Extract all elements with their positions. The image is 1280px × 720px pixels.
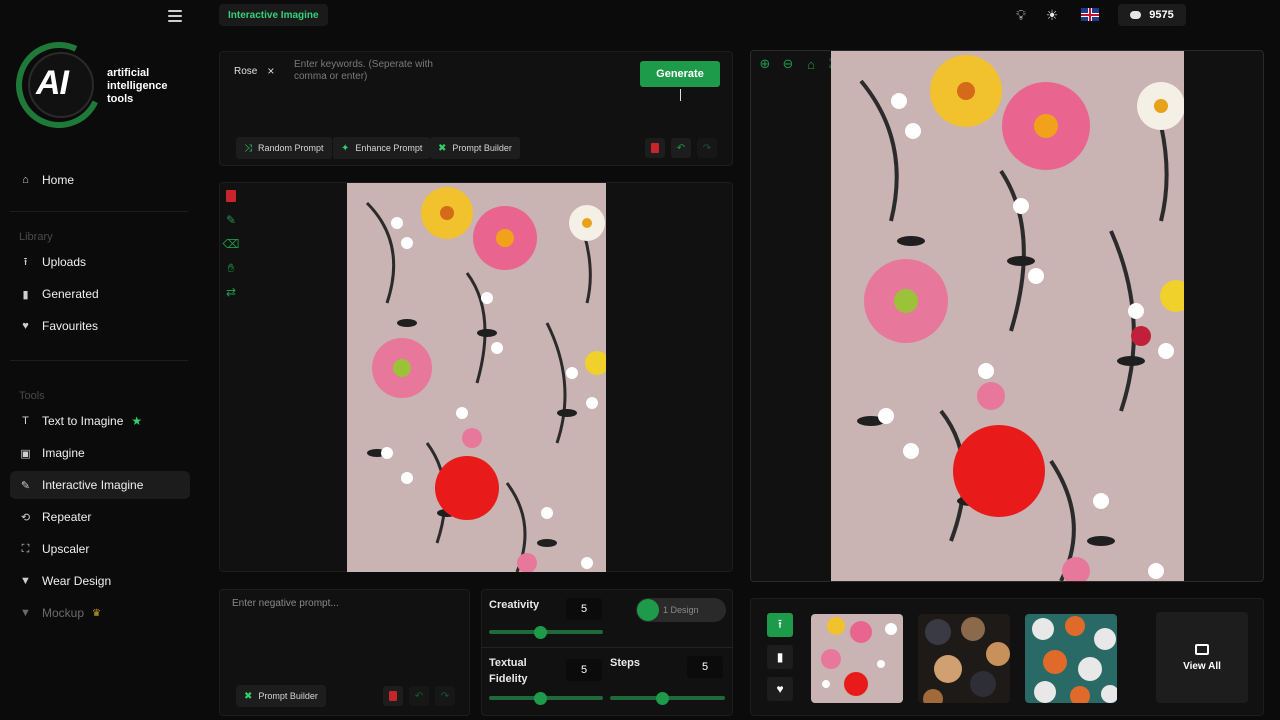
tools-label: Tools [19,390,45,402]
steps-input[interactable]: 5 [687,656,723,678]
close-icon[interactable]: × [267,64,274,78]
creativity-input[interactable]: 5 [566,598,602,620]
home-icon: ⌂ [22,174,29,186]
sidebar-item-imagine[interactable]: ▣ Imagine [10,439,190,467]
tools-icon: ✖ [244,690,253,702]
sidebar-item-wear-design[interactable]: ▼ Wear Design [10,567,190,595]
generate-button[interactable]: Generate [640,61,720,87]
sidebar-item-upscaler[interactable]: ⛶ Upscaler [10,535,190,563]
sidebar-item-home[interactable]: ⌂ Home [10,166,190,194]
negative-delete-button[interactable] [383,686,403,706]
sun-icon[interactable]: ☀ [1043,6,1061,24]
heart-icon: ♥ [776,682,784,696]
undo-button[interactable]: ↶ [671,138,691,158]
fidelity-input[interactable]: 5 [566,659,602,681]
trash-icon [389,691,397,701]
undo-icon: ↶ [414,690,424,702]
lightbulb-icon[interactable]: 💡︎ [1012,6,1030,24]
enhance-prompt-button[interactable]: ✦ Enhance Prompt [333,137,431,159]
coin-icon [1130,11,1142,19]
negative-prompt-builder-button[interactable]: ✖ Prompt Builder [236,685,326,707]
prompt-builder-button[interactable]: ✖ Prompt Builder [430,137,520,159]
bookmark-icon: ▮ [776,650,784,664]
sidebar: AI artificial intelligence tools ⌂ Home … [0,0,200,720]
sidebar-item-text-to-imagine[interactable]: T Text to Imagine ★ [10,407,190,435]
tools-icon: ✖ [438,142,447,154]
sidebar-item-generated[interactable]: ▮ Generated [10,280,190,308]
negative-redo-button[interactable]: ↷ [435,686,455,706]
gallery-thumbnail[interactable] [918,614,1010,703]
crown-icon: ♛ [92,607,101,619]
editor-toolbar: ✎ ⌫ ✋︎ ⇄ [223,189,240,309]
creativity-label: Creativity [489,599,540,611]
steps-slider-handle[interactable] [655,692,669,705]
text-cursor-icon [680,89,686,101]
sparkle-icon: ✦ [341,142,350,154]
swap-icon[interactable]: ⇄ [224,285,238,299]
redo-icon: ↷ [702,142,712,154]
zoom-in-icon[interactable]: ⊕ [756,56,774,72]
logo-wordmark: artificial intelligence tools [107,67,168,105]
logo-mark: AI [36,64,69,102]
sidebar-item-uploads[interactable]: ⭱ Uploads [10,248,190,276]
shirt-icon: ▼ [20,607,31,619]
bookmark-button[interactable]: ▮ [767,645,793,669]
negative-undo-button[interactable]: ↶ [409,686,429,706]
image-icon: ▣ [20,447,31,460]
random-prompt-button[interactable]: ⤨ Random Prompt [236,137,332,159]
bookmark-icon: ▮ [22,288,29,301]
gallery-icon [1195,643,1209,655]
edit-canvas-image[interactable] [347,183,606,572]
shuffle-icon: ⤨ [244,142,252,154]
trash-icon [651,143,659,153]
gallery-thumbnail[interactable] [811,614,903,703]
sidebar-item-interactive-imagine[interactable]: ✎ Interactive Imagine [10,471,190,499]
keywords-input[interactable]: Enter keywords. (Seperate with comma or … [294,59,434,83]
home-icon[interactable]: ⌂ [802,56,820,72]
eraser-icon[interactable]: ⌫ [223,237,240,251]
star-icon: ★ [131,414,143,428]
delete-button[interactable] [645,138,665,158]
brush-icon: ✎ [20,479,31,492]
redo-button[interactable]: ↷ [697,138,717,158]
upload-icon: ⭱ [23,255,28,268]
upload-button[interactable]: ⭱ [767,613,793,637]
zoom-out-icon[interactable]: ⊖ [779,56,797,72]
undo-icon: ↶ [676,142,686,154]
shirt-icon: ▼ [20,575,31,587]
brush-icon[interactable]: ✎ [224,213,238,227]
upload-icon: ⭱ [777,616,783,631]
negative-prompt-input[interactable]: Enter negative prompt... [232,598,339,609]
hand-icon[interactable]: ✋︎ [224,261,238,275]
trash-icon[interactable] [224,189,238,203]
gallery-thumbnail[interactable] [1025,614,1117,703]
expand-icon: ⛶ [21,542,30,555]
preview-image[interactable] [831,51,1184,581]
view-all-button[interactable]: View All [1156,612,1248,703]
keyword-chip[interactable]: Rose × [234,62,274,80]
repeat-icon: ⟲ [20,511,31,524]
sidebar-item-mockup[interactable]: ▼ Mockup ♛ [10,599,190,627]
design-count-toggle[interactable]: 1 Design [636,598,726,622]
steps-label: Steps [610,657,640,669]
sidebar-item-repeater[interactable]: ⟲ Repeater [10,503,190,531]
text-icon: T [22,415,29,427]
tab-interactive-imagine[interactable]: Interactive Imagine [219,4,328,26]
redo-icon: ↷ [440,690,450,702]
toggle-knob [637,599,659,621]
uk-flag-icon[interactable] [1081,8,1099,21]
library-label: Library [19,231,53,243]
fidelity-label: Textual Fidelity [489,657,528,685]
heart-icon: ♥ [22,320,29,332]
sidebar-item-favourites[interactable]: ♥ Favourites [10,312,190,340]
favourite-button[interactable]: ♥ [767,677,793,701]
credits-badge[interactable]: 9575 [1118,4,1186,26]
menu-icon[interactable] [168,10,182,22]
